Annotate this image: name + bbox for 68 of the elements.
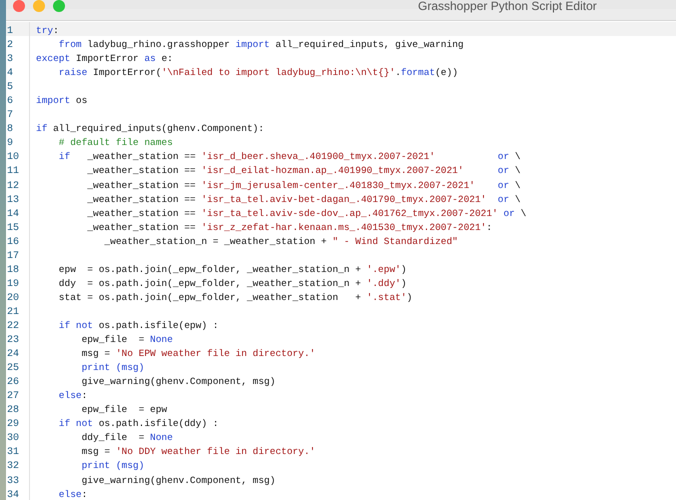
code-line: ddy_file = None (80, 432, 173, 444)
line-number: 23 (7, 335, 20, 346)
code-line: if not os.path.isfile(ddy) : (58, 418, 218, 430)
line-number: 22 (7, 320, 20, 332)
code-line: else: (58, 390, 88, 402)
line-number: 15 (7, 222, 20, 234)
line-number: 8 (7, 124, 14, 136)
code-line: epw_file = epw (80, 404, 168, 416)
line-number: 9 (7, 138, 14, 150)
code-line: _weather_station_n = _weather_station + " - Wind Standardized" (103, 236, 458, 247)
code-line: give_warning(ghenv.Component, msg) (80, 474, 276, 486)
line-number: 11 (7, 166, 20, 178)
code-line: epw = os.path.join(_epw_folder, _weather_station_n + '.epw') (58, 264, 407, 275)
code-line: _weather_station == 'isr_jm_jerusalem-center_.401830_tmyx.2007-2021' or \ (86, 180, 521, 191)
line-number: 33 (7, 476, 20, 486)
line-number: 29 (7, 419, 20, 430)
code-line: raise ImportError('\nFailed to import ladybug_rhino:\n\t{}'.format(e)) (58, 67, 458, 78)
code-line: _weather_station == 'isr_z_zefat-har.kenaan.ms_.401530_tmyx.2007-2021': (86, 222, 492, 233)
line-number: 16 (7, 236, 20, 248)
code-line: msg = 'No EPW weather file in directory.' (80, 348, 316, 360)
code-line: except ImportError as e: (36, 53, 173, 64)
line-number: 13 (7, 194, 20, 206)
code-line: print (msg) (80, 362, 144, 374)
code-line: _weather_station == 'isr_ta_tel.aviv-sde-dov_.ap_.401762_tmyx.2007-2021' or \ (86, 208, 526, 219)
code-line: ddy = os.path.join(_epw_folder, _weather_station_n + '.ddy') (58, 278, 407, 289)
line-number: 28 (7, 405, 20, 416)
line-number: 7 (7, 110, 14, 122)
code-line: _weather_station == 'isr_ta_tel.aviv-bet-dagan_.401790_tmyx.2007-2021' or \ (86, 194, 521, 205)
code-line: msg = 'No DDY weather file in directory.' (80, 446, 316, 458)
line-number: 34 (7, 490, 20, 500)
line-number: 1 (7, 26, 14, 37)
code-line: stat = os.path.join(_epw_folder, _weather_station + '.stat') (58, 292, 412, 303)
code-line: if _weather_station == 'isr_d_beer.sheva_.401900_tmyx.2007-2021' or \ (58, 151, 521, 162)
line-number: 30 (7, 433, 20, 444)
line-number: 17 (7, 250, 20, 262)
code-line: # default file names (58, 137, 173, 148)
line-number: 31 (7, 447, 20, 458)
code-line: from ladybug_rhino.grasshopper import all_required_inputs, give_warning (58, 39, 464, 50)
line-number: 32 (7, 461, 20, 472)
code-line: print (msg) (80, 460, 144, 472)
code-line: if not os.path.isfile(epw) : (58, 320, 218, 331)
line-number: 25 (7, 363, 20, 374)
line-number: 19 (7, 278, 20, 290)
close-window-button[interactable] (13, 0, 25, 12)
minimize-window-button[interactable] (33, 0, 45, 12)
line-number: 21 (7, 306, 20, 318)
line-number: 26 (7, 377, 20, 388)
line-number: 10 (7, 152, 20, 164)
line-number: 2 (7, 40, 14, 52)
line-number: 5 (7, 82, 14, 94)
line-number: 3 (7, 54, 14, 66)
window-title: Grasshopper Python Script Editor (418, 0, 597, 13)
code-line: else: (58, 488, 88, 500)
line-number: 24 (7, 349, 20, 360)
line-number: 18 (7, 264, 20, 276)
line-number: 14 (7, 208, 20, 220)
zoom-window-button[interactable] (53, 0, 65, 12)
code-line: try: (36, 25, 59, 36)
line-number: 12 (7, 180, 20, 192)
code-line: _weather_station == 'isr_d_eilat-hozman.ap_.401990_tmyx.2007-2021' or \ (86, 165, 521, 176)
line-number: 6 (7, 96, 14, 108)
line-number: 20 (7, 292, 20, 304)
line-number: 4 (7, 68, 14, 80)
code-line: import os (36, 95, 88, 106)
code-line: epw_file = None (80, 334, 173, 346)
code-line: give_warning(ghenv.Component, msg) (80, 376, 276, 388)
line-number: 27 (7, 391, 20, 402)
code-line: if all_required_inputs(ghenv.Component): (36, 123, 264, 134)
